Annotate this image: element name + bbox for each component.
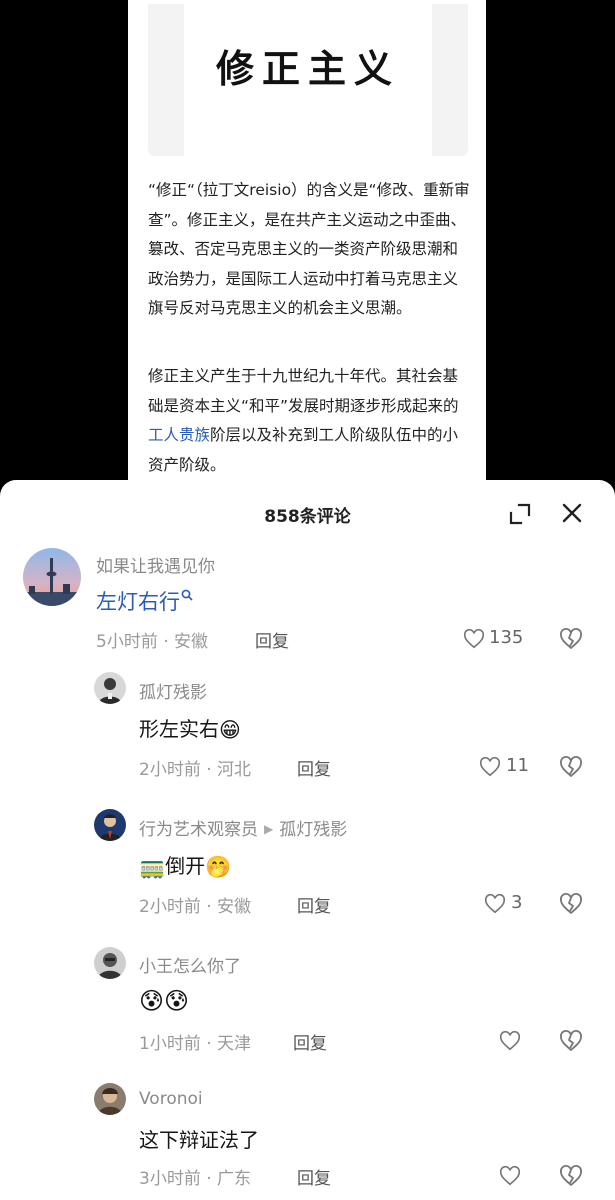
comment-time: 1小时前 <box>139 1034 201 1054</box>
reply-button[interactable]: 回复 <box>293 1029 327 1054</box>
comment-sheet-header: 858条评论 <box>0 480 615 546</box>
broken-heart-icon[interactable] <box>559 892 583 916</box>
comment-time: 2小时前 <box>139 897 201 917</box>
comment-text-keyword[interactable]: 左灯右行 <box>96 590 180 614</box>
reply-arrow-icon: ▶ <box>264 822 274 836</box>
comment-username[interactable]: Voronoi <box>139 1089 203 1109</box>
emoji-anxious-icon: 😰😰 <box>139 986 190 1015</box>
comment-username[interactable]: 孤灯残影 <box>139 678 207 703</box>
emoji-grin-icon: 😁 <box>219 718 241 742</box>
article-paragraph-2: 修正主义产生于十九世纪九十年代。其社会基础是资本主义“和平”发展时期逐步形成起来… <box>148 362 470 480</box>
emoji-hand-over-mouth-icon: 🤭 <box>205 855 232 879</box>
link-worker-aristocracy[interactable]: 工人贵族 <box>148 426 210 444</box>
like-count: 135 <box>489 627 524 648</box>
meta-separator: · <box>157 632 175 652</box>
expand-icon[interactable] <box>508 502 532 526</box>
heart-outline-icon[interactable] <box>484 893 506 915</box>
comment-meta: 5小时前 · 安徽 <box>96 627 208 652</box>
reply-button[interactable]: 回复 <box>255 627 289 652</box>
article-title: 修正主义 <box>215 45 400 91</box>
title-image: 修正主义 <box>184 4 432 156</box>
comment-text: 左灯右行 <box>96 586 193 616</box>
avatar[interactable] <box>94 947 126 979</box>
avatar[interactable] <box>94 672 126 704</box>
broken-heart-icon[interactable] <box>559 755 583 779</box>
reply-button[interactable]: 回复 <box>297 755 331 780</box>
paragraph-2-text-a: 修正主义产生于十九世纪九十年代。其社会基础是资本主义“和平”发展时期逐步形成起来… <box>148 367 459 415</box>
close-icon[interactable] <box>559 500 585 526</box>
comment-location: 天津 <box>217 1034 252 1054</box>
avatar[interactable] <box>94 1083 126 1115</box>
meta-separator: · <box>200 1034 218 1054</box>
search-icon[interactable] <box>181 589 193 601</box>
like-count: 3 <box>511 892 523 913</box>
meta-separator: · <box>200 760 218 780</box>
comment-meta: 1小时前 · 天津 <box>139 1029 251 1054</box>
heart-outline-icon[interactable] <box>499 1030 521 1052</box>
tram-emoji-icon: 🚃 <box>139 855 166 879</box>
comment-meta: 2小时前 · 安徽 <box>139 892 251 917</box>
comment-meta: 3小时前 · 广东 <box>139 1164 251 1189</box>
comment-time: 2小时前 <box>139 760 201 780</box>
comment-username[interactable]: 如果让我遇见你 <box>96 552 215 577</box>
comment-text: 🚃倒开🤭 <box>139 850 231 879</box>
heart-outline-icon[interactable] <box>499 1165 521 1187</box>
comment-username[interactable]: 小王怎么你了 <box>139 952 241 977</box>
comment-reply-target[interactable]: 孤灯残影 <box>279 820 347 840</box>
broken-heart-icon[interactable] <box>559 1029 583 1053</box>
comment-location: 安徽 <box>217 897 252 917</box>
avatar[interactable] <box>94 809 126 841</box>
heart-outline-icon[interactable] <box>479 756 501 778</box>
avatar[interactable] <box>23 548 81 606</box>
comment-meta: 2小时前 · 河北 <box>139 755 251 780</box>
heart-outline-icon[interactable] <box>463 628 485 650</box>
article-paragraph-1: “修正“（拉丁文reisio）的含义是“修改、重新审查”。修正主义，是在共产主义… <box>148 181 470 317</box>
meta-separator: · <box>200 897 218 917</box>
meta-separator: · <box>200 1169 218 1189</box>
reply-button[interactable]: 回复 <box>297 892 331 917</box>
broken-heart-icon[interactable] <box>559 1164 583 1188</box>
comment-location: 广东 <box>217 1169 252 1189</box>
title-image-card: 修正主义 <box>148 4 468 156</box>
comment-time: 3小时前 <box>139 1169 201 1189</box>
comment-time: 5小时前 <box>96 632 158 652</box>
comment-text: 😰😰 <box>139 987 189 1013</box>
comment-location: 安徽 <box>174 632 209 652</box>
comment-username-author[interactable]: 行为艺术观察员 <box>139 820 258 840</box>
article-view: 修正主义 “修正“（拉丁文reisio）的含义是“修改、重新审查”。修正主义，是… <box>128 0 486 500</box>
broken-heart-icon[interactable] <box>559 627 583 651</box>
reply-button[interactable]: 回复 <box>297 1164 331 1189</box>
comment-location: 河北 <box>217 760 252 780</box>
comment-text-body: 倒开 <box>165 854 206 878</box>
comment-text: 这下辩证法了 <box>139 1128 259 1152</box>
comment-username: 行为艺术观察员 ▶ 孤灯残影 <box>139 815 347 840</box>
like-count: 11 <box>506 755 529 776</box>
comment-text-body: 形左实右 <box>139 717 219 741</box>
comment-text: 形左实右😁 <box>139 713 241 742</box>
comment-sheet: 858条评论 如果让我遇见你 左灯右行 5小时前 · 安徽 回复 135 孤灯残… <box>0 480 615 1200</box>
